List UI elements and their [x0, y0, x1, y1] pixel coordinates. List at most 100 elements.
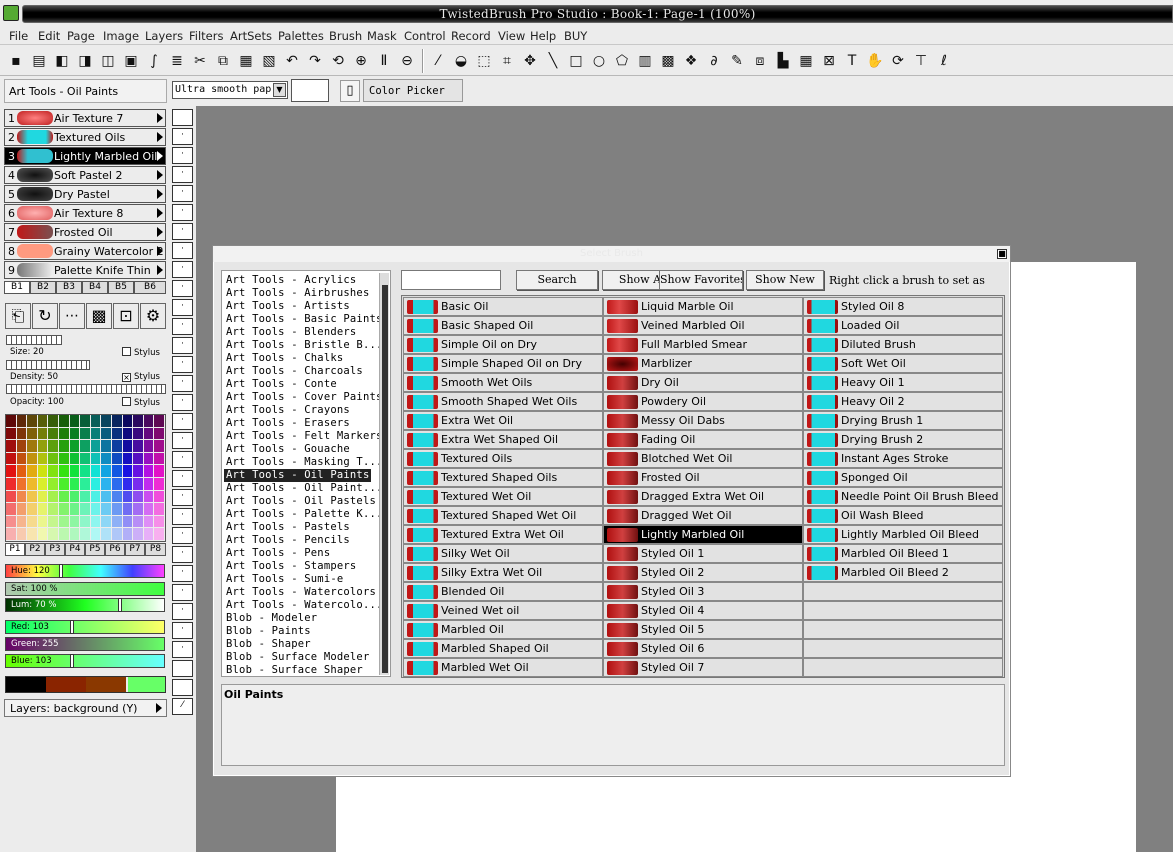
category-item[interactable]: Art Tools - Oil Paint... [226, 482, 383, 495]
brush-cell[interactable]: Dragged Wet Oil [603, 506, 803, 525]
category-item[interactable]: Art Tools - Masking T... [226, 456, 383, 469]
blue-slider[interactable]: Blue: 103 [5, 654, 165, 668]
swatch-cell[interactable]: · [172, 413, 193, 430]
palette-swatch[interactable] [37, 452, 48, 465]
menu-buy[interactable]: BUY [564, 29, 587, 43]
palette-swatch[interactable] [101, 478, 111, 490]
brush-page-tab-b5[interactable]: B5 [108, 281, 134, 294]
palette-swatch[interactable] [101, 440, 111, 452]
palette-swatch[interactable] [112, 465, 122, 477]
brush-cell[interactable]: Veined Wet oil [403, 601, 603, 620]
brush-cell[interactable]: Marbled Oil Bleed 2 [803, 563, 1003, 582]
category-item[interactable]: Art Tools - Cover Paints [226, 391, 383, 404]
brush-slot-4[interactable]: 4 Soft Pastel 2 [4, 166, 166, 184]
palette-swatch[interactable] [69, 478, 80, 490]
palette-swatch[interactable] [133, 478, 143, 490]
brush-cell[interactable]: Fading Oil [603, 430, 803, 449]
brush-cell[interactable]: Extra Wet Shaped Oil [403, 430, 603, 449]
palette-swatch[interactable] [122, 503, 133, 515]
brush-slot-1[interactable]: 1 Air Texture 7 [4, 109, 166, 127]
palette-swatch[interactable] [37, 415, 48, 427]
swatch-cell[interactable]: · [172, 394, 193, 411]
palette-swatch[interactable] [80, 465, 90, 477]
palette-swatch[interactable] [101, 465, 111, 477]
polygon-icon[interactable]: ⬠ [612, 51, 632, 71]
palette-swatch[interactable] [37, 515, 48, 528]
actual-size-icon[interactable]: Ⅱ [374, 51, 394, 71]
swatch-cell[interactable]: · [172, 318, 193, 335]
palette-swatch[interactable] [37, 490, 48, 503]
palette-swatch[interactable] [112, 478, 122, 490]
menu-artsets[interactable]: ArtSets [230, 29, 272, 43]
palette-tab-p2[interactable]: P2 [25, 543, 45, 556]
palette-swatch[interactable] [16, 528, 27, 540]
brush-slot-2[interactable]: 2 Textured Oils [4, 128, 166, 146]
swatch-cell[interactable] [172, 109, 193, 126]
palette-swatch[interactable] [90, 490, 101, 503]
swatch-cell[interactable]: · [172, 280, 193, 297]
triangle-right-icon[interactable] [157, 265, 163, 275]
palette-swatch[interactable] [37, 503, 48, 515]
palette-swatch[interactable] [27, 415, 37, 427]
brush-slot-7[interactable]: 7 Frosted Oil [4, 223, 166, 241]
swatch-cell[interactable]: · [172, 508, 193, 525]
brush-cell[interactable]: Soft Wet Oil [803, 354, 1003, 373]
menu-brush[interactable]: Brush [329, 29, 362, 43]
swatch-cell[interactable]: · [172, 375, 193, 392]
palette-swatch[interactable] [101, 452, 111, 465]
palette-swatch[interactable] [6, 415, 16, 427]
menu-page[interactable]: Page [67, 29, 95, 43]
category-item[interactable]: Art Tools - Pens [226, 547, 330, 560]
palette-swatch[interactable] [16, 415, 27, 427]
palette-swatch[interactable] [27, 528, 37, 540]
palette-swatch[interactable] [16, 503, 27, 515]
select-rect-icon[interactable]: ⬚ [474, 51, 494, 71]
swatch-cell[interactable] [172, 660, 193, 677]
category-item[interactable]: Art Tools - Oil Pastels [226, 495, 376, 508]
gradient-icon[interactable]: ▥ [635, 51, 655, 71]
saturation-slider[interactable]: Sat: 100 % [5, 582, 165, 596]
recent-colors[interactable] [5, 676, 166, 693]
palette-swatch[interactable] [90, 478, 101, 490]
brush-cell[interactable]: Simple Oil on Dry [403, 335, 603, 354]
texture-icon[interactable]: ❖ [681, 51, 701, 71]
swatch-cell[interactable]: · [172, 470, 193, 487]
palette-swatch[interactable] [59, 503, 69, 515]
color-palette-grid[interactable] [5, 414, 166, 542]
category-item[interactable]: Art Tools - Erasers [226, 417, 350, 430]
palette-swatch[interactable] [48, 490, 58, 503]
palette-swatch[interactable] [90, 465, 101, 477]
palette-swatch[interactable] [154, 427, 164, 440]
color-preview[interactable] [291, 79, 329, 102]
palette-swatch[interactable] [143, 490, 154, 503]
palette-swatch[interactable] [80, 427, 90, 440]
palette-swatch[interactable] [59, 528, 69, 540]
swatch-cell[interactable]: · [172, 565, 193, 582]
palette-swatch[interactable] [112, 490, 122, 503]
brush-cell[interactable]: Lightly Marbled Oil [603, 525, 803, 544]
replay-icon[interactable]: ⟲ [328, 51, 348, 71]
brush-cell[interactable]: Textured Shaped Wet Oil [403, 506, 603, 525]
category-item[interactable]: Art Tools - Charcoals [226, 365, 363, 378]
brush-cell[interactable]: Drying Brush 1 [803, 411, 1003, 430]
brush-slot-5[interactable]: 5 Dry Pastel [4, 185, 166, 203]
palette-swatch[interactable] [122, 528, 133, 540]
rotate-icon[interactable]: ⟳ [888, 51, 908, 71]
swatch-cell[interactable]: · [172, 337, 193, 354]
swatch-cell[interactable]: · [172, 356, 193, 373]
category-item[interactable]: Art Tools - Felt Markers [226, 430, 383, 443]
title-caption[interactable]: TwistedBrush Pro Studio : Book-1: Page-1… [22, 5, 1173, 23]
brush-cell[interactable]: Marbled Shaped Oil [403, 639, 603, 658]
palette-swatch[interactable] [90, 503, 101, 515]
triangle-right-icon[interactable] [157, 151, 163, 161]
brush-cell[interactable]: Heavy Oil 1 [803, 373, 1003, 392]
palette-swatch[interactable] [122, 490, 133, 503]
line-icon[interactable]: ╲ [543, 51, 563, 71]
menu-file[interactable]: File [9, 29, 28, 43]
palette-swatch[interactable] [133, 452, 143, 465]
category-item[interactable]: Art Tools - Watercolors [226, 586, 376, 599]
green-slider[interactable]: Green: 255 [5, 637, 165, 651]
palette-swatch[interactable] [112, 515, 122, 528]
category-item[interactable]: Art Tools - Basic Paints [226, 313, 383, 326]
brush-rotate-icon[interactable]: ⋯ [59, 303, 85, 329]
